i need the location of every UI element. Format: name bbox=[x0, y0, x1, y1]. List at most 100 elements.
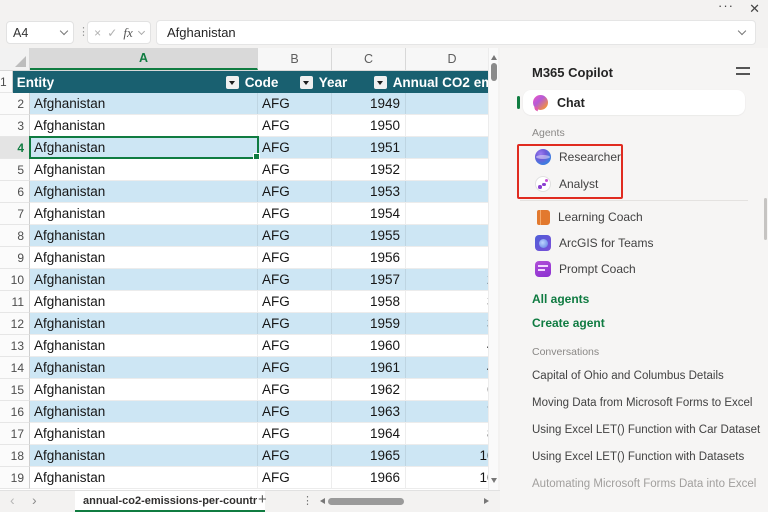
row-header[interactable]: 5 bbox=[0, 159, 30, 181]
cell-code[interactable]: AFG bbox=[258, 423, 332, 444]
insert-function-icon[interactable]: fx bbox=[123, 25, 132, 41]
header-cell-year[interactable]: Year bbox=[315, 71, 389, 93]
scroll-down-icon[interactable] bbox=[491, 478, 497, 486]
row-header[interactable]: 13 bbox=[0, 335, 30, 357]
close-icon[interactable]: ✕ bbox=[749, 1, 760, 17]
agent-item[interactable]: Researcher bbox=[500, 143, 768, 170]
cell-year[interactable]: 1955 bbox=[332, 225, 406, 246]
cell-annual-co2[interactable]: 1 bbox=[406, 93, 498, 114]
conversation-item[interactable]: Using Excel LET() Function with Car Data… bbox=[500, 416, 768, 443]
cell-annual-co2[interactable]: 100 bbox=[406, 445, 498, 466]
cell-code[interactable]: AFG bbox=[258, 181, 332, 202]
row-header[interactable]: 12 bbox=[0, 313, 30, 335]
cell-code[interactable]: AFG bbox=[258, 225, 332, 246]
cell-entity[interactable]: Afghanistan bbox=[30, 357, 258, 378]
confirm-entry-icon[interactable]: ✓ bbox=[107, 26, 117, 40]
cell-annual-co2[interactable]: 68 bbox=[406, 379, 498, 400]
row-header[interactable]: 17 bbox=[0, 423, 30, 445]
header-cell-code[interactable]: Code bbox=[241, 71, 315, 93]
next-sheet-icon[interactable]: › bbox=[32, 492, 37, 508]
row-header[interactable]: 16 bbox=[0, 401, 30, 423]
cell-entity[interactable]: Afghanistan bbox=[30, 445, 258, 466]
cell-entity[interactable]: Afghanistan bbox=[30, 269, 258, 290]
column-header-b[interactable]: B bbox=[258, 48, 332, 70]
cell-annual-co2[interactable]: 32 bbox=[406, 291, 498, 312]
cell-year[interactable]: 1961 bbox=[332, 357, 406, 378]
row-header[interactable]: 8 bbox=[0, 225, 30, 247]
cell-year[interactable]: 1963 bbox=[332, 401, 406, 422]
cell-year[interactable]: 1962 bbox=[332, 379, 406, 400]
scroll-right-icon[interactable] bbox=[484, 498, 492, 504]
cell-annual-co2[interactable]: 15 bbox=[406, 225, 498, 246]
cell-year[interactable]: 1957 bbox=[332, 269, 406, 290]
cell-entity[interactable]: Afghanistan bbox=[30, 137, 258, 158]
cell-entity[interactable]: Afghanistan bbox=[30, 203, 258, 224]
more-options-icon[interactable]: ··· bbox=[718, 0, 734, 13]
row-header[interactable]: 9 bbox=[0, 247, 30, 269]
sheet-options-icon[interactable]: ⋮ bbox=[302, 494, 313, 507]
cell-entity[interactable]: Afghanistan bbox=[30, 335, 258, 356]
agent-item[interactable]: Analyst bbox=[500, 170, 768, 197]
cell-annual-co2[interactable]: 83 bbox=[406, 423, 498, 444]
cell-annual-co2[interactable]: 38 bbox=[406, 313, 498, 334]
cell-code[interactable]: AFG bbox=[258, 291, 332, 312]
cell-year[interactable]: 1953 bbox=[332, 181, 406, 202]
cell-entity[interactable]: Afghanistan bbox=[30, 291, 258, 312]
cell-code[interactable]: AFG bbox=[258, 115, 332, 136]
row-header[interactable]: 10 bbox=[0, 269, 30, 291]
agent-item[interactable]: ArcGIS for Teams bbox=[500, 230, 768, 256]
row-header[interactable]: 14 bbox=[0, 357, 30, 379]
cell-annual-co2[interactable]: 18 bbox=[406, 247, 498, 268]
row-header[interactable]: 2 bbox=[0, 93, 30, 115]
sheet-tab[interactable]: annual-co2-emissions-per-countr bbox=[75, 491, 266, 512]
cell-code[interactable]: AFG bbox=[258, 159, 332, 180]
cell-year[interactable]: 1951 bbox=[332, 137, 406, 158]
add-sheet-button[interactable]: + bbox=[258, 491, 267, 508]
sidebar-scrollbar-thumb[interactable] bbox=[764, 198, 767, 240]
cell-code[interactable]: AFG bbox=[258, 203, 332, 224]
select-all-button[interactable] bbox=[0, 48, 30, 70]
cell-annual-co2[interactable]: 49 bbox=[406, 357, 498, 378]
conversation-item[interactable]: Automating Microsoft Forms Data into Exc… bbox=[500, 470, 768, 497]
cell-code[interactable]: AFG bbox=[258, 467, 332, 488]
cell-entity[interactable]: Afghanistan bbox=[30, 247, 258, 268]
agent-item[interactable]: Prompt Coach bbox=[500, 256, 768, 282]
cell-year[interactable]: 1958 bbox=[332, 291, 406, 312]
agent-item[interactable]: Learning Coach bbox=[500, 204, 768, 230]
cell-year[interactable]: 1952 bbox=[332, 159, 406, 180]
cell-year[interactable]: 1949 bbox=[332, 93, 406, 114]
create-agent-link[interactable]: Create agent bbox=[532, 316, 605, 330]
cell-annual-co2[interactable]: 8 bbox=[406, 115, 498, 136]
cell-entity[interactable]: Afghanistan bbox=[30, 225, 258, 246]
cell-code[interactable]: AFG bbox=[258, 247, 332, 268]
header-cell-annual-co2[interactable]: Annual CO2 emissions bbox=[389, 71, 498, 93]
column-header-c[interactable]: C bbox=[332, 48, 406, 70]
cell-year[interactable]: 1965 bbox=[332, 445, 406, 466]
name-box[interactable]: A4 bbox=[6, 21, 74, 44]
filter-dropdown-icon[interactable] bbox=[225, 75, 239, 89]
row-header[interactable]: 6 bbox=[0, 181, 30, 203]
cell-code[interactable]: AFG bbox=[258, 313, 332, 334]
conversation-item[interactable]: Capital of Ohio and Columbus Details bbox=[500, 362, 768, 389]
cell-year[interactable]: 1956 bbox=[332, 247, 406, 268]
cell-code[interactable]: AFG bbox=[258, 137, 332, 158]
vertical-scrollbar[interactable] bbox=[488, 48, 498, 490]
scroll-up-icon[interactable] bbox=[491, 52, 497, 60]
header-cell-entity[interactable]: Entity bbox=[13, 71, 241, 93]
cell-year[interactable]: 1950 bbox=[332, 115, 406, 136]
cell-code[interactable]: AFG bbox=[258, 335, 332, 356]
cell-entity[interactable]: Afghanistan bbox=[30, 401, 258, 422]
row-header[interactable]: 18 bbox=[0, 445, 30, 467]
previous-sheet-icon[interactable]: ‹ bbox=[10, 492, 15, 508]
cell-code[interactable]: AFG bbox=[258, 269, 332, 290]
conversation-item[interactable]: Using Excel LET() Function with Datasets bbox=[500, 443, 768, 470]
menu-icon[interactable] bbox=[736, 67, 750, 76]
cell-annual-co2[interactable]: 29 bbox=[406, 269, 498, 290]
filter-dropdown-icon[interactable] bbox=[373, 75, 387, 89]
cell-annual-co2[interactable]: 109 bbox=[406, 467, 498, 488]
cell-entity[interactable]: Afghanistan bbox=[30, 115, 258, 136]
row-header[interactable]: 15 bbox=[0, 379, 30, 401]
cell-year[interactable]: 1960 bbox=[332, 335, 406, 356]
cell-year[interactable]: 1966 bbox=[332, 467, 406, 488]
cell-code[interactable]: AFG bbox=[258, 357, 332, 378]
